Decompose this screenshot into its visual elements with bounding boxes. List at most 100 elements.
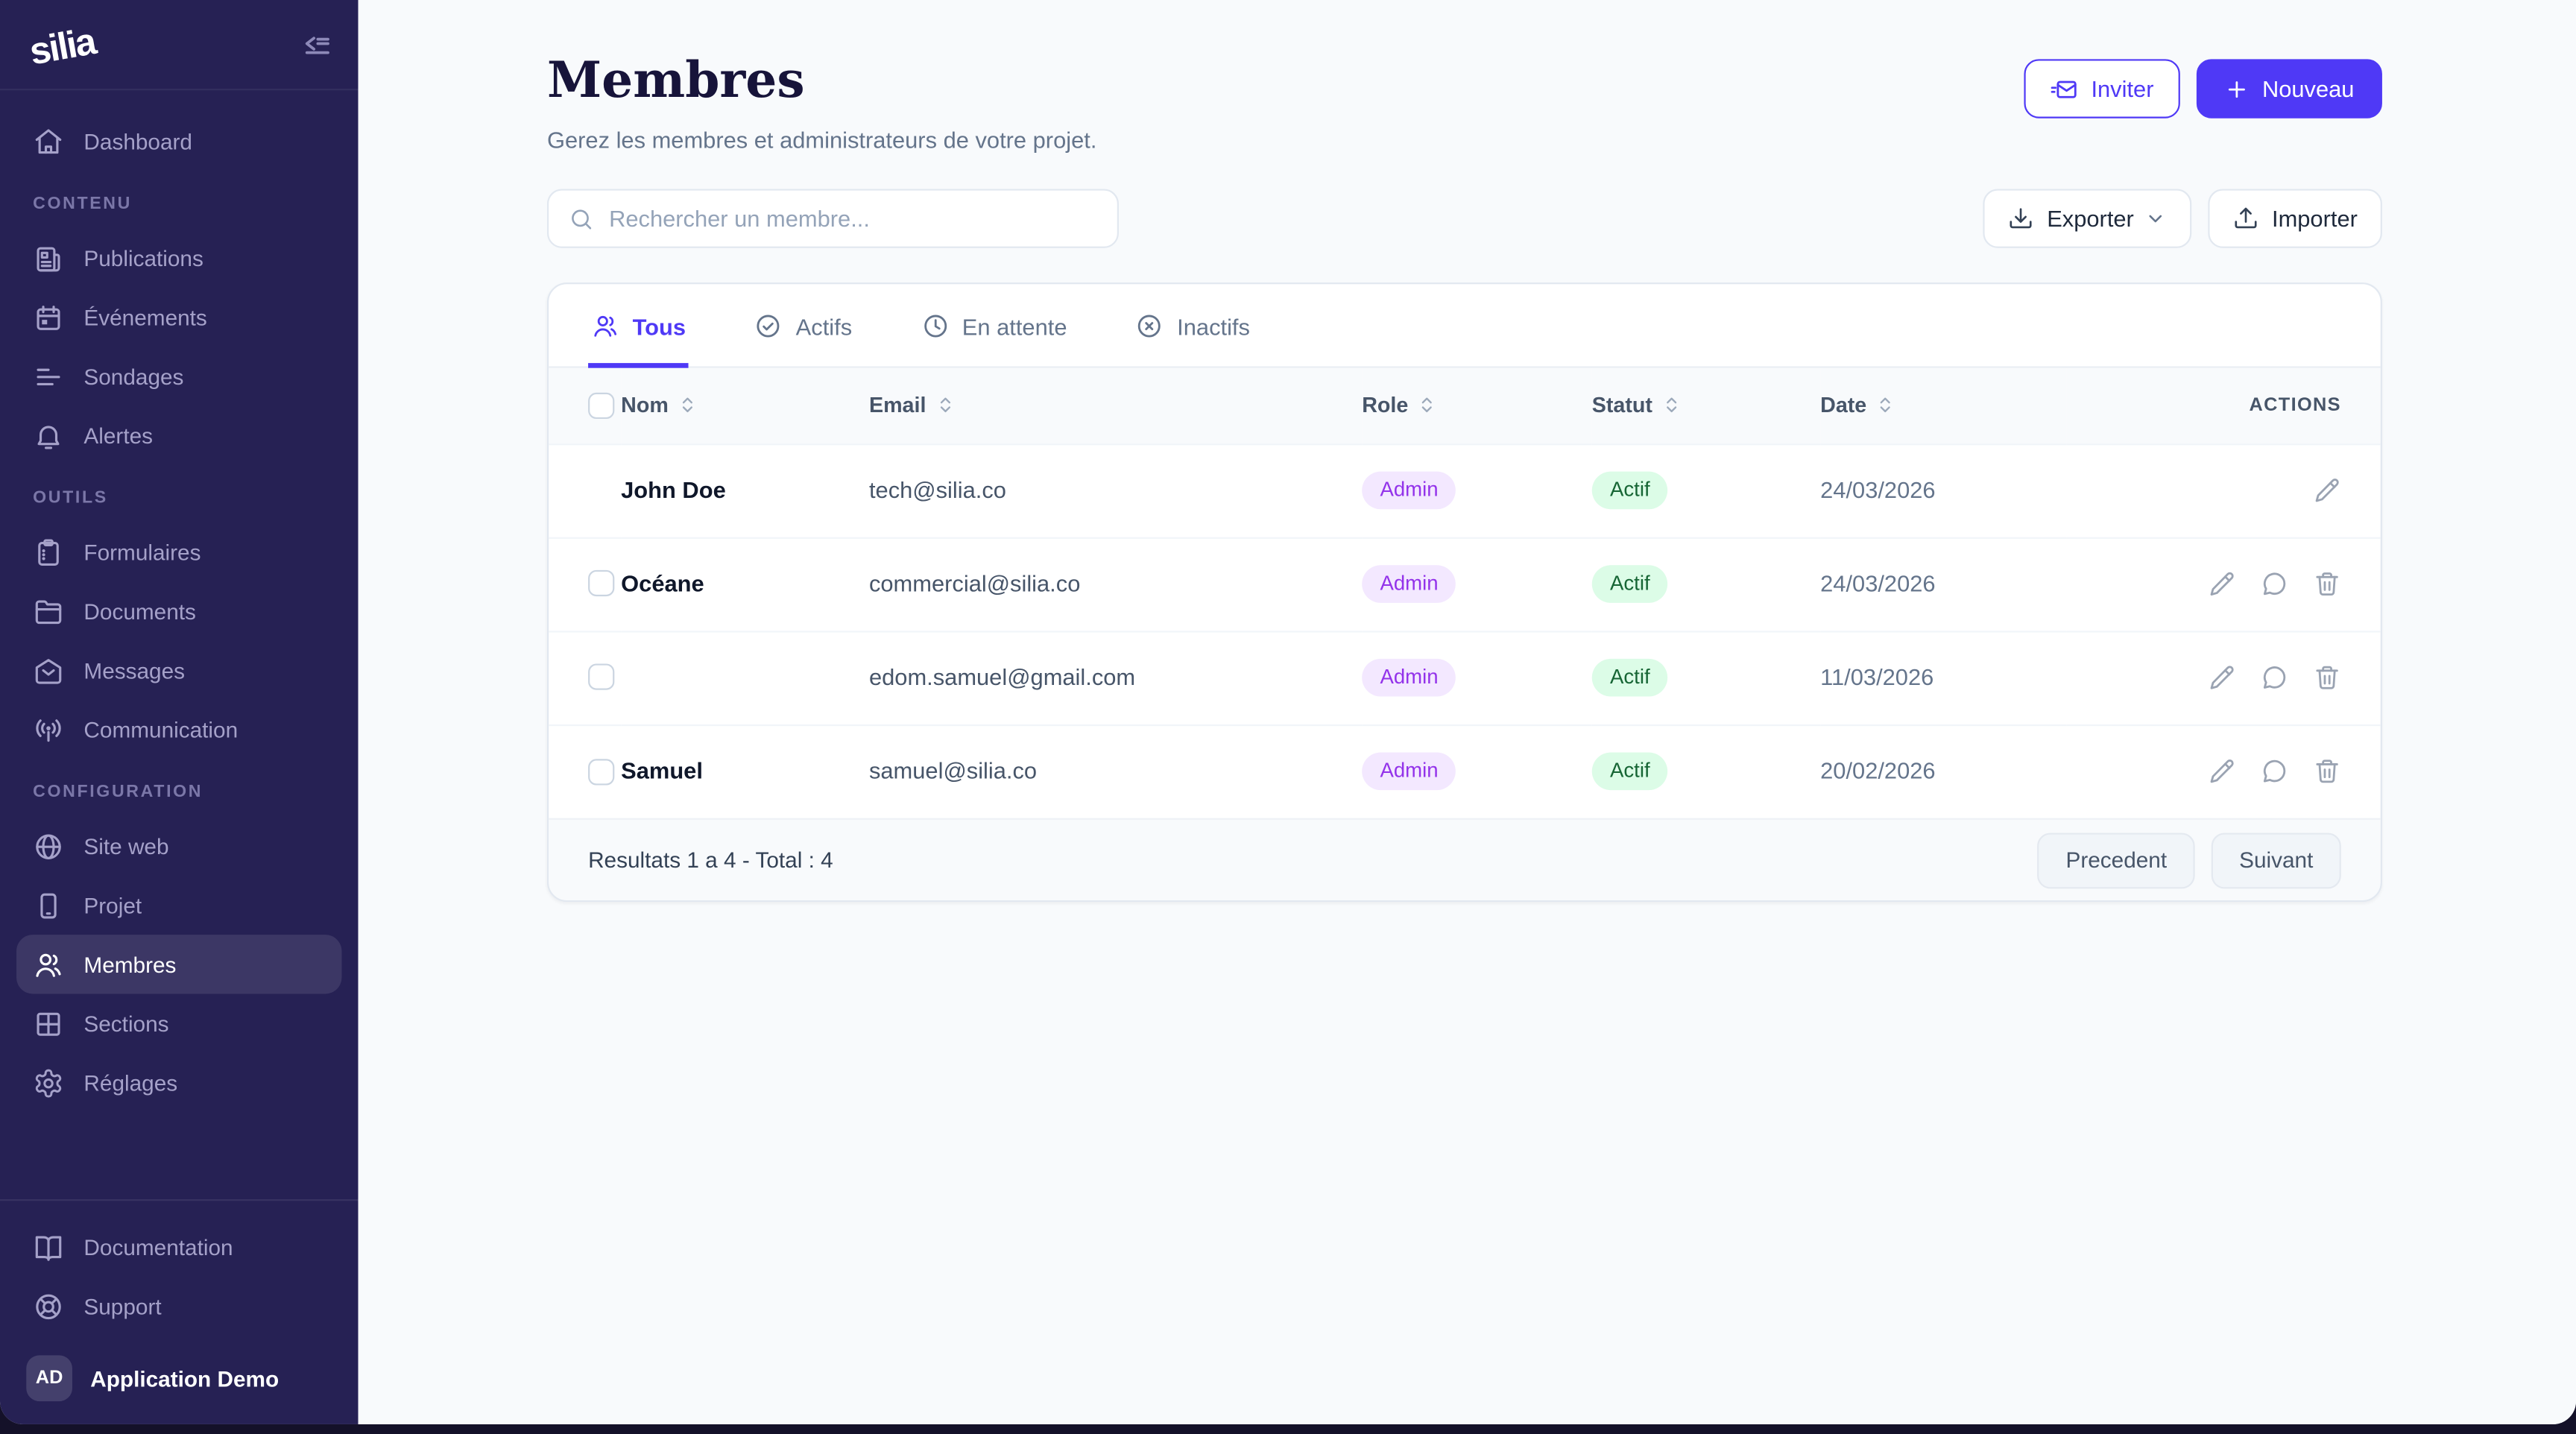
- previous-page-button[interactable]: Precedent: [2038, 832, 2195, 888]
- sidebar-item-documentation[interactable]: Documentation: [16, 1217, 341, 1276]
- column-header-email[interactable]: Email: [869, 393, 926, 417]
- plus-icon: [2224, 76, 2249, 101]
- member-date: 24/03/2026: [1820, 569, 1935, 596]
- delete-icon[interactable]: [2313, 570, 2340, 598]
- tab-tous[interactable]: Tous: [588, 284, 689, 367]
- sidebar-item-site-web[interactable]: Site web: [16, 816, 341, 875]
- sidebar-item-publications[interactable]: Publications: [16, 228, 341, 287]
- sort-icon[interactable]: [1661, 395, 1682, 417]
- edit-icon[interactable]: [2208, 758, 2235, 786]
- next-page-button[interactable]: Suivant: [2212, 832, 2341, 888]
- sort-icon[interactable]: [1416, 395, 1438, 417]
- column-header-nom[interactable]: Nom: [621, 393, 669, 417]
- new-member-button-label: Nouveau: [2262, 75, 2355, 101]
- sidebar-item-label: Sections: [83, 1011, 168, 1036]
- check-circle-icon: [755, 312, 783, 340]
- member-email: edom.samuel@gmail.com: [869, 663, 1135, 689]
- folder-icon: [33, 596, 64, 627]
- edit-icon[interactable]: [2313, 476, 2340, 504]
- select-all-checkbox[interactable]: [588, 393, 614, 419]
- sidebar-item-support[interactable]: Support: [16, 1277, 341, 1336]
- sidebar-item-label: Projet: [83, 893, 142, 917]
- status-badge: Actif: [1592, 565, 1668, 603]
- column-header-role[interactable]: Role: [1362, 393, 1408, 417]
- sidebar-item-label: Formulaires: [83, 540, 201, 564]
- sidebar-item-membres[interactable]: Membres: [16, 935, 341, 994]
- status-badge: Actif: [1592, 659, 1668, 697]
- sidebar-group-contenu: CONTENU: [16, 194, 341, 213]
- sidebar-item-evenements[interactable]: Événements: [16, 288, 341, 347]
- sidebar-item-dashboard[interactable]: Dashboard: [16, 112, 341, 171]
- home-icon: [33, 126, 64, 157]
- table-row: Samuel samuel@silia.co Admin Actif 20/02…: [549, 724, 2381, 818]
- silia-logo: silia: [26, 19, 98, 74]
- delete-icon[interactable]: [2313, 663, 2340, 691]
- sidebar-item-communication[interactable]: Communication: [16, 700, 341, 759]
- tab-en-attente[interactable]: En attente: [918, 284, 1070, 367]
- sidebar-item-alertes[interactable]: Alertes: [16, 405, 341, 464]
- sidebar-item-projet[interactable]: Projet: [16, 876, 341, 935]
- tab-actifs[interactable]: Actifs: [751, 284, 855, 367]
- row-checkbox[interactable]: [588, 664, 614, 690]
- page-title: Membres: [547, 54, 1096, 109]
- sidebar-item-documents[interactable]: Documents: [16, 581, 341, 640]
- new-member-button[interactable]: Nouveau: [2197, 59, 2382, 118]
- status-tabs: Tous Actifs En attente Inactifs: [549, 284, 2381, 367]
- sort-icon[interactable]: [677, 395, 698, 417]
- search-box[interactable]: [547, 189, 1119, 247]
- member-name: John Doe: [621, 476, 726, 502]
- delete-icon[interactable]: [2313, 758, 2340, 786]
- sidebar-item-messages[interactable]: Messages: [16, 641, 341, 700]
- clock-icon: [921, 312, 949, 340]
- import-button[interactable]: Importer: [2208, 189, 2382, 247]
- sidebar-item-label: Site web: [83, 834, 168, 859]
- collapse-sidebar-icon[interactable]: [300, 29, 332, 60]
- upload-icon: [2232, 206, 2258, 232]
- sidebar-item-formulaires[interactable]: Formulaires: [16, 522, 341, 581]
- export-button[interactable]: Exporter: [1983, 189, 2191, 247]
- sort-icon[interactable]: [934, 395, 956, 417]
- row-checkbox[interactable]: [588, 570, 614, 596]
- invite-button[interactable]: Inviter: [2024, 59, 2180, 118]
- main-content: Membres Gerez les membres et administrat…: [358, 0, 2576, 1424]
- sidebar-item-label: Documents: [83, 598, 195, 623]
- column-header-actions: ACTIONS: [2067, 368, 2381, 443]
- sidebar-item-label: Dashboard: [83, 129, 192, 154]
- account-switcher[interactable]: AD Application Demo: [16, 1345, 341, 1404]
- edit-icon[interactable]: [2208, 663, 2235, 691]
- sidebar-item-label: Publications: [83, 246, 203, 271]
- tab-inactifs[interactable]: Inactifs: [1133, 284, 1254, 367]
- column-header-date[interactable]: Date: [1820, 393, 1866, 417]
- edit-icon[interactable]: [2208, 570, 2235, 598]
- page-header: Membres Gerez les membres et administrat…: [547, 54, 2382, 153]
- sidebar-item-sections[interactable]: Sections: [16, 994, 341, 1052]
- sidebar-item-reglages[interactable]: Réglages: [16, 1053, 341, 1112]
- gear-icon: [33, 1067, 64, 1099]
- member-date: 24/03/2026: [1820, 476, 1935, 502]
- table-header-row: Nom Email Role Statut Date ACTIONS: [549, 368, 2381, 443]
- table-row: John Doe tech@silia.co Admin Actif 24/03…: [549, 443, 2381, 537]
- role-badge: Admin: [1362, 753, 1456, 791]
- sort-icon[interactable]: [1875, 395, 1896, 417]
- sidebar-item-sondages[interactable]: Sondages: [16, 347, 341, 405]
- comment-icon[interactable]: [2261, 663, 2288, 691]
- member-email: samuel@silia.co: [869, 757, 1037, 783]
- smartphone-icon: [33, 890, 64, 921]
- member-name: Océane: [621, 569, 704, 596]
- sidebar-nav: Dashboard CONTENU Publications Événement…: [0, 90, 358, 1199]
- status-badge: Actif: [1592, 753, 1668, 791]
- list-lines-icon: [33, 361, 64, 392]
- row-checkbox[interactable]: [588, 758, 614, 784]
- tab-label: Inactifs: [1177, 313, 1250, 339]
- sidebar-item-label: Événements: [83, 305, 206, 329]
- import-button-label: Importer: [2272, 206, 2358, 232]
- member-email: commercial@silia.co: [869, 569, 1080, 596]
- column-header-statut[interactable]: Statut: [1592, 393, 1652, 417]
- comment-icon[interactable]: [2261, 570, 2288, 598]
- comment-icon[interactable]: [2261, 758, 2288, 786]
- users-icon: [33, 949, 64, 980]
- results-count: Resultats 1 a 4 - Total : 4: [588, 847, 833, 872]
- mail-icon: [33, 654, 64, 686]
- download-icon: [2007, 206, 2033, 232]
- search-input[interactable]: [609, 206, 1097, 232]
